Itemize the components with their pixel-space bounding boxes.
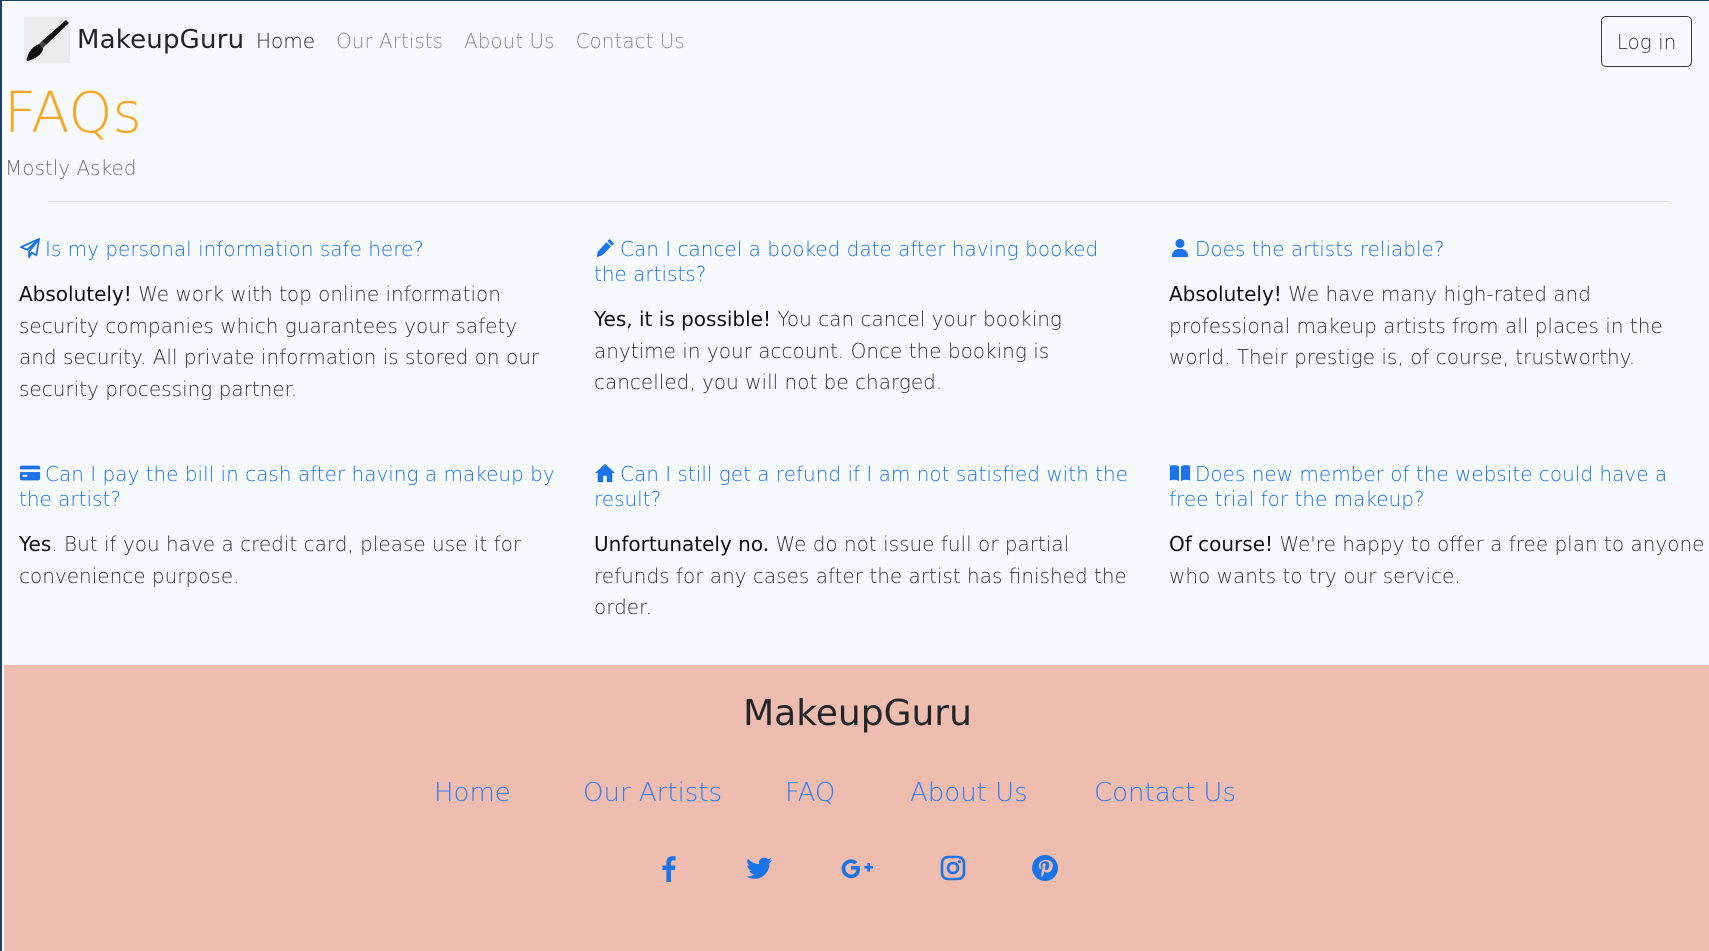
book-icon (1169, 465, 1191, 482)
faq-item: Can I still get a refund if I am not sat… (594, 462, 1134, 624)
faq-answer-lead: Of course! (1169, 532, 1274, 556)
faq-question-text: Can I still get a refund if I am not sat… (594, 462, 1128, 511)
faq-question[interactable]: Can I cancel a booked date after having … (594, 237, 1134, 287)
faq-answer: Yes, it is possible! You can cancel your… (594, 304, 1134, 399)
navbar: MakeupGuru Home Our Artists About Us Con… (4, 1, 1709, 81)
faq-answer-lead: Absolutely! (19, 282, 132, 306)
faq-item: Does new member of the website could hav… (1169, 462, 1709, 592)
faq-question-text: Does new member of the website could hav… (1169, 462, 1668, 511)
credit-card-icon (19, 465, 41, 481)
faq-answer-lead: Yes, it is possible! (594, 307, 771, 331)
faq-answer-lead: Yes (19, 532, 52, 556)
twitter-icon[interactable] (744, 853, 774, 883)
faq-answer: Absolutely! We work with top online info… (19, 279, 559, 405)
faq-question[interactable]: Can I pay the bill in cash after having … (19, 462, 559, 512)
paper-plane-icon (19, 238, 40, 258)
facebook-icon[interactable] (654, 853, 684, 883)
footer-link-about-us[interactable]: About Us (910, 778, 1028, 808)
faq-item: Does the artists reliable? Absolutely! W… (1169, 237, 1709, 374)
faq-question[interactable]: Can I still get a refund if I am not sat… (594, 462, 1134, 512)
faq-question[interactable]: Is my personal information safe here? (19, 237, 559, 262)
faq-item: Can I cancel a booked date after having … (594, 237, 1134, 399)
nav-our-artists[interactable]: Our Artists (336, 29, 443, 53)
faq-answer: Of course! We're happy to offer a free p… (1169, 529, 1709, 592)
brand-name: MakeupGuru (77, 25, 245, 55)
footer-link-home[interactable]: Home (434, 778, 511, 808)
faq-answer-lead: Absolutely! (1169, 282, 1282, 306)
faq-question[interactable]: Does the artists reliable? (1169, 237, 1709, 262)
page: MakeupGuru Home Our Artists About Us Con… (4, 1, 1709, 951)
faq-question-text: Is my personal information safe here? (45, 237, 424, 261)
pencil-icon (596, 238, 615, 258)
faq-answer-lead: Unfortunately no. (594, 532, 770, 556)
footer-brand: MakeupGuru (743, 693, 972, 734)
page-title: FAQs (4, 81, 142, 146)
footer-link-contact-us[interactable]: Contact Us (1094, 778, 1236, 808)
footer-link-faq[interactable]: FAQ (785, 778, 835, 808)
faq-question[interactable]: Does new member of the website could hav… (1169, 462, 1709, 512)
faq-question-text: Can I cancel a booked date after having … (594, 237, 1099, 286)
login-button[interactable]: Log in (1601, 16, 1692, 67)
faq-item: Can I pay the bill in cash after having … (19, 462, 559, 592)
page-subtitle: Mostly Asked (5, 156, 137, 180)
pinterest-icon[interactable] (1030, 853, 1060, 883)
footer-link-our-artists[interactable]: Our Artists (583, 778, 722, 808)
faq-item: Is my personal information safe here? Ab… (19, 237, 559, 405)
home-icon (595, 463, 615, 483)
nav-contact-us[interactable]: Contact Us (576, 29, 685, 53)
faq-answer: Unfortunately no. We do not issue full o… (594, 529, 1134, 624)
nav-home[interactable]: Home (256, 29, 315, 53)
faq-answer-text: . But if you have a credit card, please … (19, 532, 522, 588)
nav-about-us[interactable]: About Us (464, 29, 555, 53)
social-links (4, 853, 1709, 893)
makeup-brush-logo-icon (24, 17, 70, 63)
footer: MakeupGuru Home Our Artists FAQ About Us… (4, 665, 1709, 951)
faq-question-text: Can I pay the bill in cash after having … (19, 462, 555, 511)
brand[interactable]: MakeupGuru (24, 17, 244, 63)
faq-answer: Absolutely! We have many high-rated and … (1169, 279, 1709, 374)
google-plus-icon[interactable] (840, 853, 876, 883)
faq-question-text: Does the artists reliable? (1195, 237, 1445, 261)
nav-links: Home Our Artists About Us Contact Us (256, 29, 706, 53)
instagram-icon[interactable] (938, 853, 968, 883)
faq-answer: Yes. But if you have a credit card, plea… (19, 529, 559, 592)
user-icon (1171, 238, 1189, 258)
divider (48, 201, 1670, 202)
